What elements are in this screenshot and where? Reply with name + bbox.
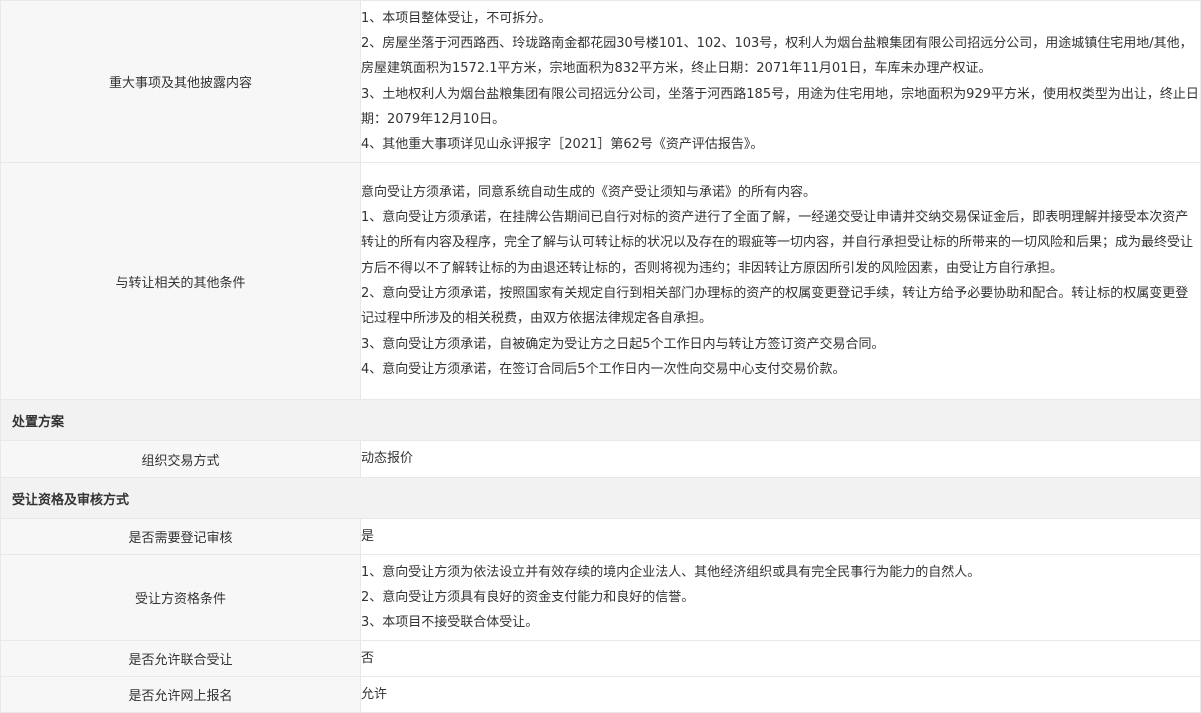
section-header-disposal: 处置方案 [0,399,1201,441]
text-line: 1、意向受让方须为依法设立并有效存续的境内企业法人、其他经济组织或具有完全民事行… [361,564,981,580]
table-row: 是否允许网上报名 允许 [0,676,1201,713]
text-line: 3、土地权利人为烟台盐粮集团有限公司招远分公司，坐落于河西路185号，用途为住宅… [361,86,1199,127]
table-row: 重大事项及其他披露内容 1、本项目整体受让，不可拆分。 2、房屋坐落于河西路西、… [0,0,1201,163]
disclosure-table: 重大事项及其他披露内容 1、本项目整体受让，不可拆分。 2、房屋坐落于河西路西、… [0,0,1201,713]
text-line: 3、意向受让方须承诺，自被确定为受让方之日起5个工作日内与转让方签订资产交易合同… [361,336,885,352]
section-header-qualification: 受让资格及审核方式 [0,477,1201,519]
text-line: 2、意向受让方须承诺，按照国家有关规定自行到相关部门办理标的资产的权属变更登记手… [361,286,1189,327]
text-line: 2、房屋坐落于河西路西、玲珑路南金都花园30号楼101、102、103号，权利人… [361,35,1193,77]
table-row: 受让方资格条件 1、意向受让方须为依法设立并有效存续的境内企业法人、其他经济组织… [0,554,1201,641]
row-value-trade-method: 动态报价 [360,440,1201,478]
table-row: 是否需要登记审核 是 [0,518,1201,555]
row-label-other-conditions: 与转让相关的其他条件 [0,162,361,400]
text-line: 1、意向受让方须承诺，在挂牌公告期间已自行对标的资产进行了全面了解，一经递交受让… [361,210,1194,276]
row-label-register-review: 是否需要登记审核 [0,518,361,555]
row-value-other-conditions: 意向受让方须承诺，同意系统自动生成的《资产受让须知与承诺》的所有内容。 1、意向… [360,162,1201,400]
text-line: 1、本项目整体受让，不可拆分。 [361,10,552,26]
table-row: 组织交易方式 动态报价 [0,440,1201,478]
row-value-major-matters: 1、本项目整体受让，不可拆分。 2、房屋坐落于河西路西、玲珑路南金都花园30号楼… [360,0,1201,163]
text-line: 4、其他重大事项详见山永评报字［2021］第62号《资产评估报告》。 [361,137,764,153]
row-value-online-registration: 允许 [360,676,1201,713]
row-value-joint-transfer: 否 [360,640,1201,677]
row-label-major-matters: 重大事项及其他披露内容 [0,0,361,163]
row-value-qualification: 1、意向受让方须为依法设立并有效存续的境内企业法人、其他经济组织或具有完全民事行… [360,554,1201,641]
table-row: 是否允许联合受让 否 [0,640,1201,677]
table-row: 与转让相关的其他条件 意向受让方须承诺，同意系统自动生成的《资产受让须知与承诺》… [0,162,1201,400]
row-label-trade-method: 组织交易方式 [0,440,361,478]
text-line: 3、本项目不接受联合体受让。 [361,615,539,631]
row-value-register-review: 是 [360,518,1201,555]
text-line: 4、意向受让方须承诺，在签订合同后5个工作日内一次性向交易中心支付交易价款。 [361,361,846,377]
section-row: 处置方案 [0,399,1201,441]
row-label-online-registration: 是否允许网上报名 [0,676,361,713]
text-line: 2、意向受让方须具有良好的资金支付能力和良好的信誉。 [361,589,695,605]
text-line: 意向受让方须承诺，同意系统自动生成的《资产受让须知与承诺》的所有内容。 [361,184,817,200]
row-label-qualification: 受让方资格条件 [0,554,361,641]
row-label-joint-transfer: 是否允许联合受让 [0,640,361,677]
section-row: 受让资格及审核方式 [0,477,1201,519]
